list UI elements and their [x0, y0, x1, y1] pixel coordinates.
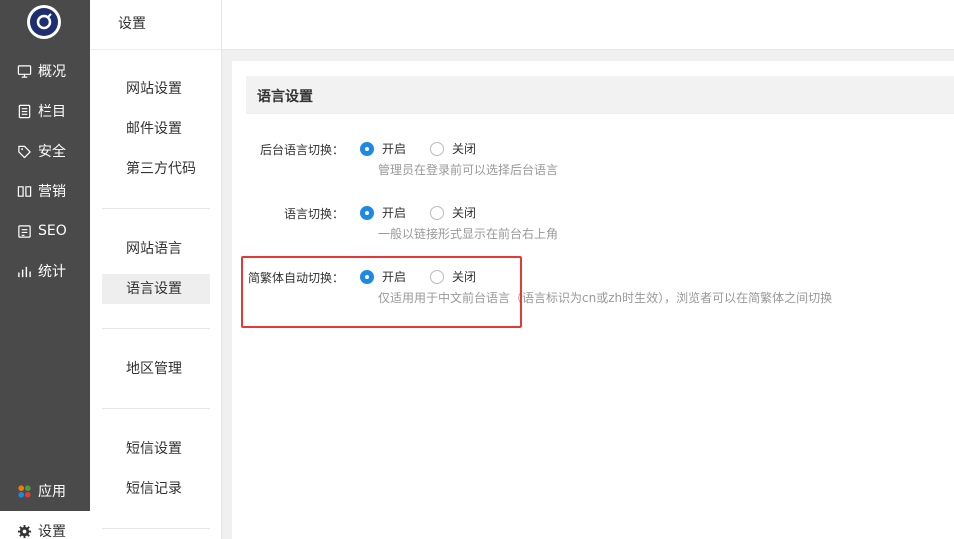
- apps-icon: [18, 484, 31, 498]
- radio-label: 开启: [382, 142, 407, 156]
- chart-icon: [18, 266, 31, 277]
- nav-item-settings[interactable]: 设置: [0, 511, 90, 539]
- logo-icon: [30, 8, 58, 36]
- radio-label: 关闭: [452, 206, 477, 220]
- radio-checked-icon: [360, 205, 374, 220]
- nav-item-label: 概况: [38, 64, 66, 80]
- subnav-item-third-party-code[interactable]: 第三方代码: [102, 154, 210, 184]
- nav-item-label: 设置: [38, 524, 66, 539]
- radio-unchecked-icon: [430, 205, 444, 220]
- radio-label: 关闭: [452, 270, 477, 284]
- nav-item-stats[interactable]: 统计: [0, 251, 90, 291]
- tag-icon: [18, 145, 31, 158]
- row-label: 简繁体自动切换：: [247, 271, 344, 285]
- nav-item-seo[interactable]: SEO: [0, 211, 90, 251]
- radio-auto-convert-on[interactable]: 开启: [360, 268, 406, 285]
- list-icon: [18, 104, 31, 118]
- nav-item-label: 应用: [38, 484, 66, 500]
- divider: [102, 528, 210, 529]
- sub-nav: 设置 网站设置 邮件设置 第三方代码 网站语言 语言设置 地区管理 短信设置 短…: [90, 0, 222, 539]
- divider: [102, 208, 210, 209]
- nav-item-apps[interactable]: 应用: [0, 471, 90, 511]
- radio-label: 开启: [382, 206, 407, 220]
- nav-item-label: 统计: [38, 264, 66, 280]
- divider: [90, 49, 221, 50]
- radio-checked-icon: [360, 269, 374, 284]
- subnav-title: 设置: [118, 16, 146, 32]
- main-nav: 概况 栏目 安全 营销 SEO 统计 应用 设置: [0, 0, 90, 539]
- subnav-item-language-settings[interactable]: 语言设置: [102, 274, 210, 304]
- subnav-item-site-language[interactable]: 网站语言: [102, 234, 210, 264]
- nav-item-columns[interactable]: 栏目: [0, 91, 90, 131]
- row-label: 后台语言切换：: [259, 143, 344, 157]
- radio-backend-lang-off[interactable]: 关闭: [430, 140, 476, 157]
- logo[interactable]: [27, 5, 61, 39]
- nav-item-marketing[interactable]: 营销: [0, 171, 90, 211]
- nav-item-label: 安全: [38, 144, 66, 160]
- subnav-item-site-settings[interactable]: 网站设置: [102, 74, 210, 104]
- radio-lang-switch-on[interactable]: 开启: [360, 204, 406, 221]
- row-hint: 一般以链接形式显示在前台右上角: [378, 227, 559, 241]
- book-icon: [17, 185, 32, 197]
- radio-backend-lang-on[interactable]: 开启: [360, 140, 406, 157]
- radio-label: 开启: [382, 270, 407, 284]
- section-header: 语言设置: [246, 76, 954, 114]
- divider: [102, 408, 210, 409]
- divider: [102, 328, 210, 329]
- section-title: 语言设置: [257, 89, 313, 105]
- nav-item-overview[interactable]: 概况: [0, 51, 90, 91]
- top-bar: [222, 0, 954, 50]
- radio-lang-switch-off[interactable]: 关闭: [430, 204, 476, 221]
- gear-icon: [17, 524, 32, 538]
- row-label: 语言切换：: [283, 207, 344, 221]
- row-hint: 仅适用用于中文前台语言（语言标识为cn或zh时生效），浏览者可以在简繁体之间切换: [378, 291, 833, 305]
- subnav-item-email-settings[interactable]: 邮件设置: [102, 114, 210, 144]
- radio-unchecked-icon: [430, 269, 444, 284]
- monitor-icon: [17, 64, 32, 78]
- nav-item-security[interactable]: 安全: [0, 131, 90, 171]
- subnav-item-region-management[interactable]: 地区管理: [102, 354, 210, 384]
- row-hint: 管理员在登录前可以选择后台语言: [378, 163, 559, 177]
- nav-item-label: 栏目: [38, 104, 66, 120]
- radio-checked-icon: [360, 141, 374, 156]
- nav-item-label: 营销: [38, 184, 66, 200]
- nav-item-label: SEO: [38, 223, 67, 239]
- radio-auto-convert-off[interactable]: 关闭: [430, 268, 476, 285]
- radio-label: 关闭: [452, 142, 477, 156]
- radio-unchecked-icon: [430, 141, 444, 156]
- subnav-item-sms-records[interactable]: 短信记录: [102, 474, 210, 504]
- subnav-item-sms-settings[interactable]: 短信设置: [102, 434, 210, 464]
- seo-icon: [18, 224, 31, 238]
